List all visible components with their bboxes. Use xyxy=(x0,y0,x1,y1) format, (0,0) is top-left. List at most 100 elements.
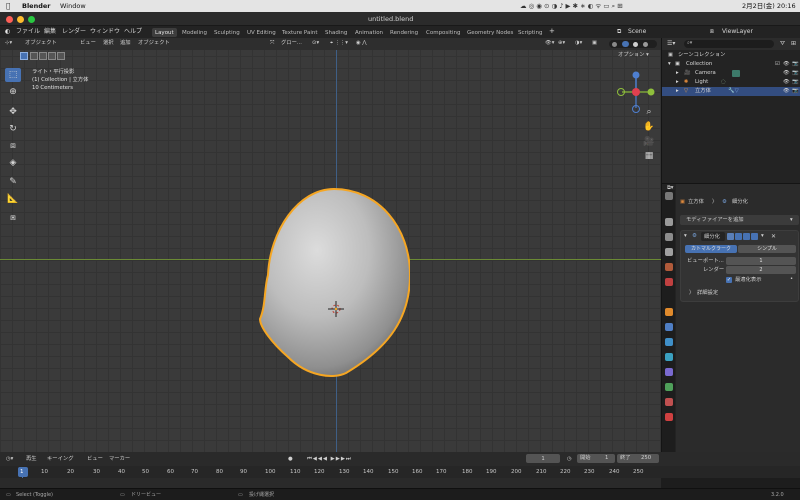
tab-uv-editing[interactable]: UV Editing xyxy=(244,28,279,37)
outliner-item-light[interactable]: ▸ ✺ Light ◌ 👁 📷 xyxy=(662,78,800,87)
eye-icon[interactable]: 👁 xyxy=(783,79,790,85)
world-tab-icon[interactable] xyxy=(665,278,673,286)
eye-icon[interactable]: 👁 xyxy=(783,61,790,67)
xray-icon[interactable]: ▣ xyxy=(592,40,597,46)
add-workspace-icon[interactable]: + xyxy=(549,28,555,35)
simple-button[interactable]: シンプル xyxy=(738,245,796,253)
camera-view-icon[interactable]: 🎥 xyxy=(643,136,655,148)
advanced-subpanel[interactable]: 詳細設定 xyxy=(697,290,718,296)
menu-add[interactable]: 追加 xyxy=(120,40,131,46)
viewlayer-selector[interactable]: ViewLayer xyxy=(722,29,753,35)
tab-animation[interactable]: Animation xyxy=(352,28,386,37)
render-toggle-icon[interactable] xyxy=(751,233,758,240)
select-extend-icon[interactable] xyxy=(30,52,38,60)
annotate-tool-icon[interactable]: ✎ xyxy=(5,175,21,189)
object-tab-icon[interactable] xyxy=(665,308,673,316)
gizmo-x-axis-icon[interactable] xyxy=(632,88,640,96)
outliner-scene-collection[interactable]: ▣ シーンコレクション xyxy=(662,51,800,60)
tab-modeling[interactable]: Modeling xyxy=(179,28,210,37)
viewlayer-icon[interactable]: ⧈ xyxy=(710,29,714,35)
zoom-icon[interactable]: ⌕ xyxy=(643,106,655,118)
material-shading-icon[interactable] xyxy=(633,41,638,47)
gizmo-z-axis-icon[interactable] xyxy=(632,71,640,79)
eye-icon[interactable]: 👁 xyxy=(783,88,790,94)
tab-layout[interactable]: Layout xyxy=(152,28,177,37)
record-icon[interactable]: ● xyxy=(288,456,293,462)
expand-arrow-icon[interactable]: ▸ xyxy=(676,88,679,94)
menu-object[interactable]: オブジェクト xyxy=(138,40,170,46)
modifier-wrench-icon[interactable]: 🔧▽ xyxy=(728,88,739,94)
add-modifier-button[interactable]: モディファイアーを追加 ▾ xyxy=(680,215,799,225)
panel-collapse-icon[interactable]: ▾ xyxy=(684,233,687,240)
data-tab-icon[interactable] xyxy=(665,383,673,391)
levels-viewport-field[interactable]: 1 xyxy=(726,257,796,265)
transform-tool-icon[interactable]: ◈ xyxy=(5,156,21,170)
add-cube-tool-icon[interactable]: ⧆ xyxy=(5,211,21,225)
minimize-window-icon[interactable] xyxy=(17,15,24,23)
pivot-icon[interactable]: ⊙▾ xyxy=(312,40,319,46)
measure-tool-icon[interactable]: 📐 xyxy=(5,192,21,206)
select-new-icon[interactable] xyxy=(20,52,28,60)
view-layer-tab-icon[interactable] xyxy=(665,248,673,256)
frame-start-field[interactable]: 開始 1 xyxy=(577,454,615,463)
optimal-display-checkbox[interactable]: ✓ xyxy=(726,277,732,283)
tab-shading[interactable]: Shading xyxy=(322,28,350,37)
editor-type-icon[interactable]: ⊹▾ xyxy=(5,40,12,46)
frame-end-field[interactable]: 終了 250 xyxy=(617,454,659,463)
blender-logo-icon[interactable]: ◐ xyxy=(5,29,10,35)
scale-tool-icon[interactable]: ⧈ xyxy=(5,139,21,153)
wireframe-shading-icon[interactable] xyxy=(612,41,617,47)
apple-icon[interactable]:  xyxy=(6,3,10,10)
current-frame-field[interactable]: 1 xyxy=(526,454,560,463)
scene-icon[interactable]: ⧉ xyxy=(617,29,621,35)
menu-playback[interactable]: 再生 xyxy=(26,456,37,462)
menu-marker[interactable]: マーカー xyxy=(109,456,130,462)
tab-rendering[interactable]: Rendering xyxy=(387,28,421,37)
pan-hand-icon[interactable]: ✋ xyxy=(643,121,655,133)
outliner-item-cube[interactable]: ▸ ▽ 立方体 🔧▽ 👁 📷 xyxy=(662,87,800,96)
menu-select[interactable]: 選択 xyxy=(103,40,114,46)
tab-compositing[interactable]: Compositing xyxy=(423,28,463,37)
scene-tab-icon[interactable] xyxy=(665,263,673,271)
menu-help[interactable]: ヘルプ xyxy=(124,29,142,35)
constraints-tab-icon[interactable] xyxy=(665,368,673,376)
mode-selector[interactable]: オブジェクト xyxy=(25,40,57,46)
rendered-shading-icon[interactable] xyxy=(643,41,648,47)
camera-render-icon[interactable]: 📷 xyxy=(792,88,799,94)
mac-menu-window[interactable]: Window xyxy=(60,3,86,10)
menu-view[interactable]: ビュー xyxy=(80,40,96,46)
remove-modifier-icon[interactable]: ✕ xyxy=(771,234,776,240)
tab-scripting[interactable]: Scripting xyxy=(515,28,545,37)
outliner-collection[interactable]: ▾ ▣ Collection ☑ 👁 📷 xyxy=(662,60,800,69)
material-tab-icon[interactable] xyxy=(665,398,673,406)
expand-arrow-icon[interactable]: ▸ xyxy=(676,79,679,85)
outliner-item-camera[interactable]: ▸ 🎥 Camera 👁 📷 xyxy=(662,69,800,78)
expand-arrow-icon[interactable]: ▾ xyxy=(668,61,671,67)
select-invert-icon[interactable] xyxy=(48,52,56,60)
gizmo-y-axis-icon[interactable] xyxy=(647,88,655,96)
catmull-clark-button[interactable]: カトマルクラーク xyxy=(685,245,737,253)
tab-sculpting[interactable]: Sculpting xyxy=(211,28,243,37)
camera-render-icon[interactable]: 📷 xyxy=(792,79,799,85)
menu-edit[interactable]: 編集 xyxy=(44,29,56,35)
viewport-options[interactable]: オプション ▾ xyxy=(618,52,649,58)
camera-render-icon[interactable]: 📷 xyxy=(792,70,799,76)
menu-window[interactable]: ウィンドウ xyxy=(90,29,120,35)
expand-arrow-icon[interactable]: 〉 xyxy=(689,290,694,296)
gizmo-toggle-icon[interactable]: ⊕▾ xyxy=(558,40,565,46)
move-tool-icon[interactable]: ✥ xyxy=(5,105,21,119)
transform-orientation-icon[interactable]: ⤧ xyxy=(270,40,274,46)
modifier-tab-icon[interactable] xyxy=(665,323,673,331)
close-window-icon[interactable] xyxy=(6,15,13,23)
app-name[interactable]: Blender xyxy=(22,3,51,10)
tool-tab-icon[interactable] xyxy=(665,192,673,200)
tab-geometry-nodes[interactable]: Geometry Nodes xyxy=(464,28,516,37)
ortho-grid-icon[interactable]: ▦ xyxy=(643,150,655,162)
physics-tab-icon[interactable] xyxy=(665,353,673,361)
transform-orientation[interactable]: グロー... xyxy=(281,40,302,46)
playback-controls-icon[interactable]: ⏮◀◀◀ ▶▶▶⏭ xyxy=(307,456,352,462)
output-tab-icon[interactable] xyxy=(665,233,673,241)
zoom-window-icon[interactable] xyxy=(28,15,35,23)
expand-arrow-icon[interactable]: ▸ xyxy=(676,70,679,76)
checkbox-icon[interactable]: ☑ xyxy=(775,61,780,67)
